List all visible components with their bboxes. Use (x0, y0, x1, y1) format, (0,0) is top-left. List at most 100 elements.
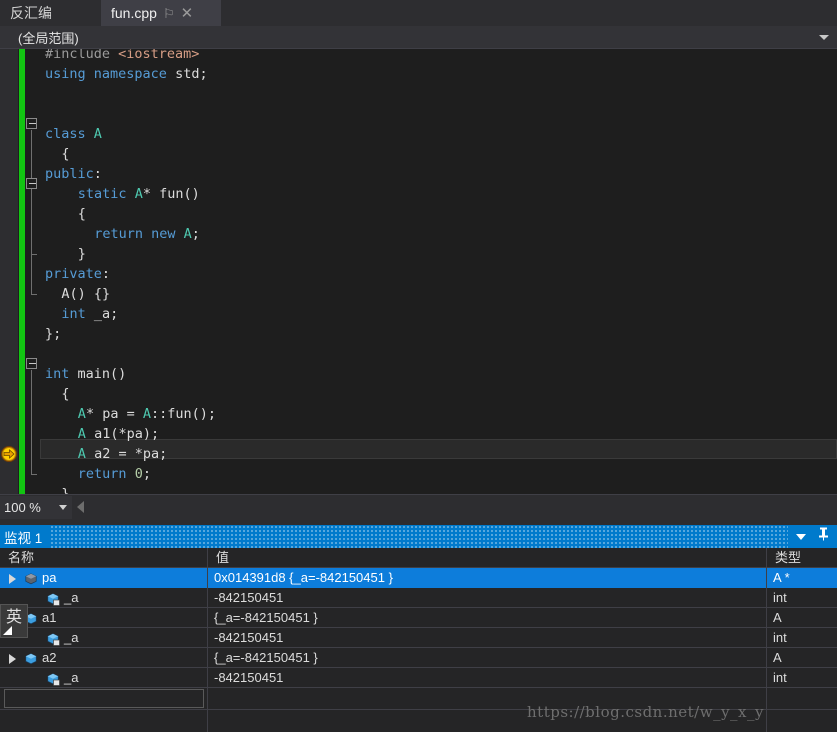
watch-variable-type: A * (767, 568, 837, 588)
code-token: return (94, 226, 143, 242)
editor-fold-margin[interactable] (25, 49, 40, 494)
code-line: private: (45, 264, 110, 284)
fold-guide-end-class-a (31, 294, 37, 295)
close-icon[interactable]: ✕ (181, 6, 194, 21)
watch-variable-name: _a (64, 630, 79, 645)
tab-disassembly-label: 反汇编 (10, 5, 52, 21)
chevron-down-icon[interactable] (796, 533, 806, 540)
expand-triangle-icon[interactable] (9, 654, 16, 664)
code-token: A (93, 126, 102, 142)
scope-selector-value[interactable]: (全局范围) (0, 28, 79, 47)
panel-drag-handle[interactable] (50, 525, 788, 548)
tab-disassembly[interactable]: 反汇编 (0, 0, 62, 26)
code-token: ; (191, 226, 200, 242)
code-token: a2 = *pa; (85, 446, 168, 462)
watch-panel-title: 监视 1 (4, 530, 43, 546)
code-line: { (61, 384, 69, 404)
code-token: <iostream> (118, 49, 200, 62)
watch-variable-value[interactable]: -842150451 (208, 668, 766, 688)
watch-variable-value[interactable]: 0x014391d8 {_a=-842150451 } (208, 568, 766, 588)
code-line: using namespace std; (45, 64, 208, 84)
watch-row-name-cell[interactable]: a1 (0, 608, 207, 628)
tab-fun-cpp-label: fun.cpp (111, 5, 157, 21)
watch-column-headers: 名称 值 类型 (0, 548, 837, 568)
code-token: ; (142, 466, 151, 482)
chevron-down-icon[interactable] (819, 35, 829, 40)
watch-variable-value[interactable]: {_a=-842150451 } (208, 608, 766, 628)
fold-toggle-fun[interactable] (26, 178, 37, 189)
watch-variable-type: int (773, 670, 787, 685)
watch-row-name-cell[interactable]: _a (0, 588, 207, 608)
editor-glyph-margin[interactable] (0, 49, 18, 494)
watch-new-expression-input[interactable] (4, 689, 204, 708)
watch-row-name-cell[interactable]: _a (0, 628, 207, 648)
code-line: A* pa = A::fun(); (78, 404, 216, 424)
code-line: int _a; (61, 304, 118, 324)
ime-mode-indicator[interactable]: 英 (0, 604, 28, 638)
watch-row-name-cell[interactable]: _a (0, 668, 207, 688)
watch-row[interactable]: a1 {_a=-842150451 } A (0, 608, 837, 628)
fold-toggle-main[interactable] (26, 358, 37, 369)
code-text-area[interactable]: #include <iostream> using namespace std; c… (40, 49, 837, 494)
scroll-left-button[interactable] (77, 501, 84, 513)
watch-row[interactable]: _a -842150451 int (0, 668, 837, 688)
scope-navigation-bar[interactable]: (全局范围) (0, 26, 837, 49)
code-token: int (61, 306, 86, 322)
code-token: new (151, 226, 176, 242)
code-token: static (77, 186, 127, 202)
watch-variable-value[interactable]: -842150451 (208, 588, 766, 608)
column-header-name[interactable]: 名称 (0, 548, 207, 568)
pin-icon[interactable] (818, 527, 829, 546)
watch-variable-name: _a (64, 590, 79, 605)
code-token: : (93, 166, 102, 182)
code-token: } (61, 486, 70, 494)
watch-row-name-cell[interactable]: pa (0, 568, 207, 588)
watch-variable-value[interactable]: {_a=-842150451 } (208, 648, 766, 668)
watch-variable-type: int (773, 630, 787, 645)
code-line: { (61, 144, 69, 164)
watch-row[interactable]: a2 {_a=-842150451 } A (0, 648, 837, 668)
column-header-value[interactable]: 值 (208, 548, 766, 568)
code-line: return 0; (78, 464, 151, 484)
fold-guide-fun (31, 190, 32, 254)
code-token: a1(*pa); (85, 426, 160, 442)
code-line: }; (45, 324, 61, 344)
code-line: A a1(*pa); (78, 424, 159, 444)
expand-triangle-icon[interactable] (9, 574, 16, 584)
code-line: #include <iostream> (45, 49, 199, 64)
watch-row-name-cell[interactable]: a2 (0, 648, 207, 668)
watch-row[interactable]: _a -842150451 int (0, 628, 837, 648)
code-token: { (61, 386, 70, 402)
zoom-level-combo[interactable]: 100 % (0, 495, 72, 519)
code-line: class A (45, 124, 102, 144)
fold-toggle-class-a[interactable] (26, 118, 37, 129)
code-token: ::fun(); (150, 406, 217, 422)
code-token: A (77, 406, 86, 422)
code-token: int (45, 366, 70, 382)
chevron-down-icon[interactable] (59, 504, 67, 510)
watch-variable-name: a2 (42, 650, 57, 665)
ime-mode-label: 英 (5, 609, 22, 626)
watch-row[interactable]: _a -842150451 int (0, 588, 837, 608)
fold-guide-end-fun (31, 254, 37, 255)
watch-row[interactable]: pa 0x014391d8 {_a=-842150451 } A * (0, 568, 837, 588)
code-token: A (134, 186, 143, 202)
code-editor[interactable]: #include <iostream> using namespace std; c… (0, 49, 837, 494)
watch-variable-type: A (773, 650, 782, 665)
code-line: } (78, 244, 86, 264)
code-token: return (77, 466, 127, 482)
fold-guide-main (31, 370, 32, 474)
code-token: _a; (85, 306, 119, 322)
watch-variable-name: a1 (42, 610, 57, 625)
watch-variable-value[interactable]: -842150451 (208, 628, 766, 648)
code-token: A (142, 406, 151, 422)
pin-icon[interactable]: ⚐ (163, 7, 175, 20)
code-line: } (61, 484, 69, 494)
code-token: private (45, 266, 102, 282)
code-token: } (77, 246, 86, 262)
tab-fun-cpp[interactable]: fun.cpp ⚐ ✕ (101, 0, 221, 26)
column-header-type[interactable]: 类型 (767, 548, 837, 568)
